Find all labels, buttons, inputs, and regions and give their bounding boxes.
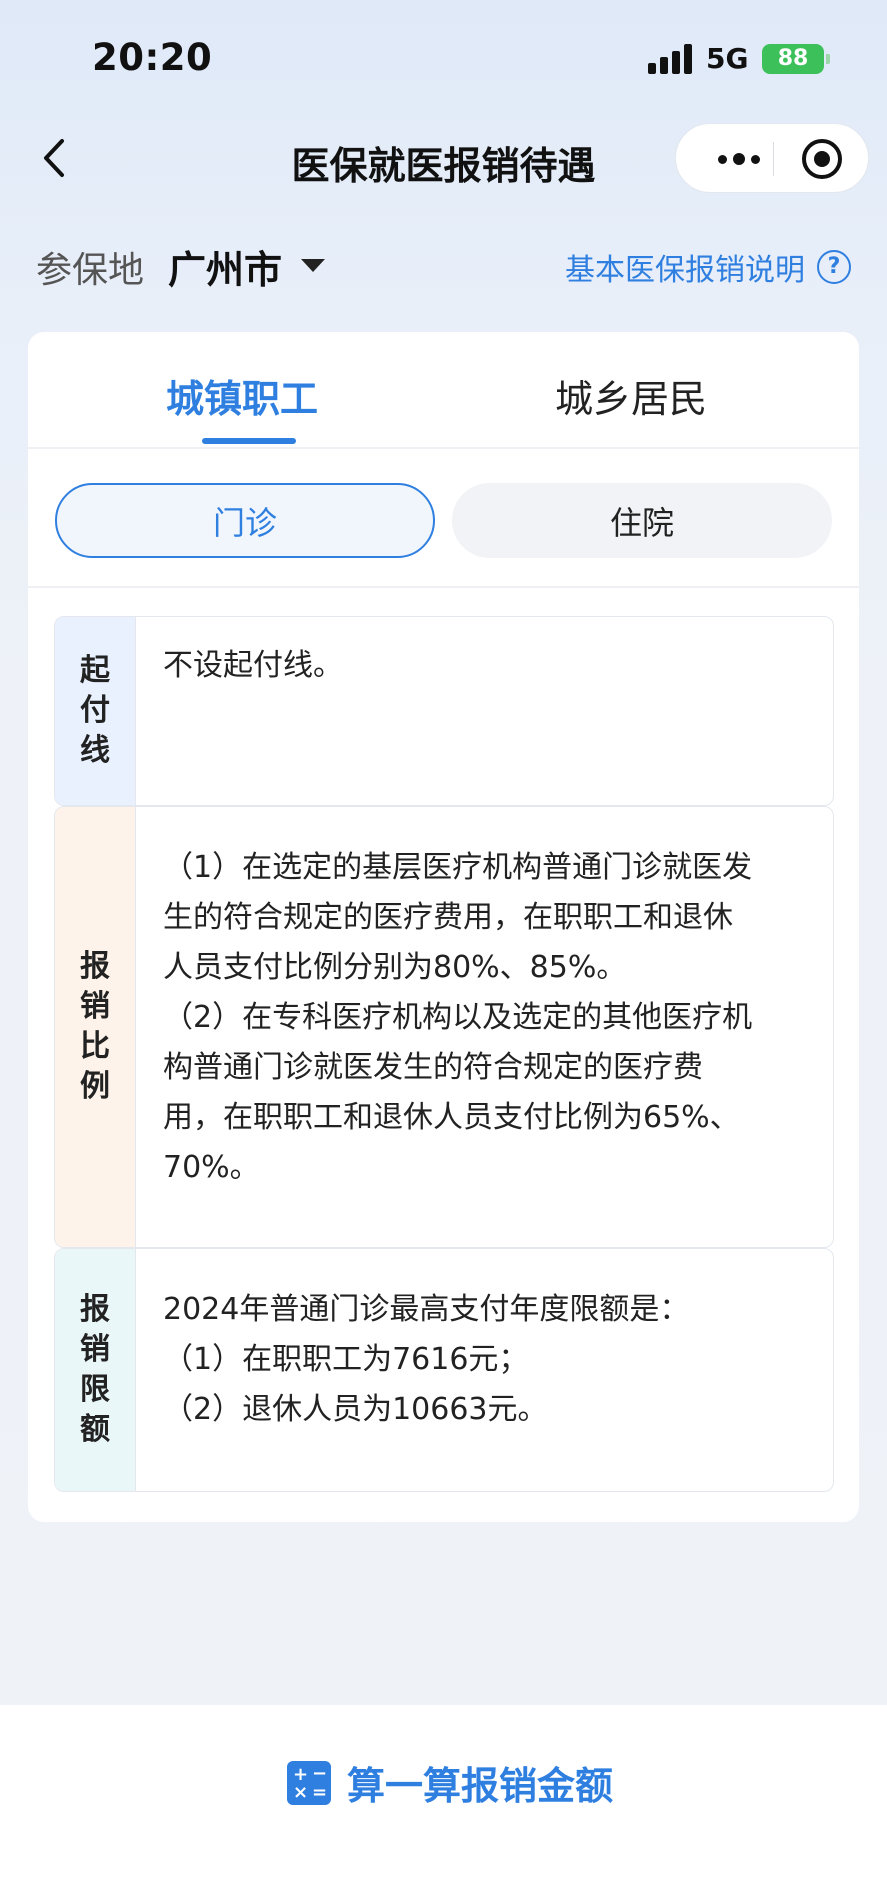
battery-icon: 88 [762, 44, 830, 74]
calculator-icon[interactable]: + − × = [287, 1760, 331, 1805]
calculate-button[interactable]: + − × = 算一算报销金额 [287, 1755, 613, 1810]
benefit-card: 城镇职工 城乡居民 门诊 住院 起 付 线 不设起付线。 报 销 比 例 （1）… [28, 332, 859, 1522]
capsule-divider [773, 142, 774, 176]
row-content-deductible: 不设起付线。 [163, 648, 343, 683]
row-label-deductible: 起 付 线 [55, 617, 136, 805]
question-icon[interactable]: ? [817, 250, 851, 284]
info-row-ratio: 报 销 比 例 （1）在选定的基层医疗机构普通门诊就医发 生的符合规定的医疗费用… [54, 806, 834, 1248]
tab-urban-rural-resident[interactable]: 城乡居民 [555, 368, 707, 423]
help-link[interactable]: 基本医保报销说明 ? [565, 245, 851, 289]
signal-icon [648, 44, 694, 74]
segment-inpatient[interactable]: 住院 [452, 483, 832, 558]
tab-active-indicator [202, 438, 296, 444]
row-label-ratio: 报 销 比 例 [55, 807, 136, 1247]
tab-urban-employee[interactable]: 城镇职工 [166, 368, 318, 423]
info-row-cap: 报 销 限 额 2024年普通门诊最高支付年度限额是： （1）在职职工为7616… [54, 1248, 834, 1492]
location-city-select[interactable]: 广州市 [168, 239, 282, 294]
bottom-action-bar: + − × = 算一算报销金额 [0, 1705, 887, 1890]
segment-outpatient[interactable]: 门诊 [55, 483, 435, 558]
status-bar: 20:20 5G 88 [0, 0, 887, 110]
row-content-ratio: （1）在选定的基层医疗机构普通门诊就医发 生的符合规定的医疗费用，在职职工和退休… [163, 850, 753, 1185]
caret-down-icon[interactable] [301, 259, 325, 272]
more-icon[interactable] [704, 124, 774, 194]
row-content-cap: 2024年普通门诊最高支付年度限额是： （1）在职职工为7616元； （2）退休… [163, 1292, 690, 1427]
calculate-button-label[interactable]: 算一算报销金额 [347, 1755, 613, 1810]
help-link-text[interactable]: 基本医保报销说明 [565, 245, 805, 289]
insurance-type-tabs: 城镇职工 城乡居民 [28, 332, 859, 449]
close-target-icon[interactable] [802, 139, 842, 179]
location-label: 参保地 [36, 250, 145, 291]
visit-type-segment: 门诊 住院 [28, 451, 859, 588]
network-type: 5G [706, 42, 749, 75]
status-time: 20:20 [92, 36, 213, 79]
location-row: 参保地 广州市 基本医保报销说明 ? [36, 235, 851, 295]
nav-bar: 医保就医报销待遇 [0, 115, 887, 200]
info-row-deductible: 起 付 线 不设起付线。 [54, 616, 834, 806]
row-label-cap: 报 销 限 额 [55, 1249, 136, 1491]
miniprogram-capsule [675, 123, 869, 193]
